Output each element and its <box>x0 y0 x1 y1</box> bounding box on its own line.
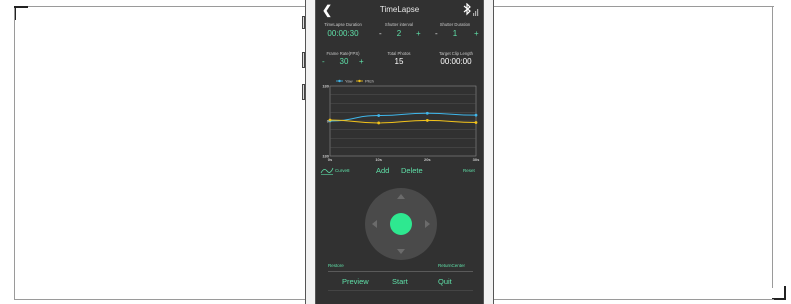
top-bar: ❮ TimeLapse <box>316 0 483 20</box>
phone-right-bezel <box>483 0 494 304</box>
arrow-right-icon[interactable] <box>425 220 430 228</box>
return-center-button[interactable]: ReturnCenter <box>438 263 465 268</box>
chart-legend-label: Yaw <box>345 79 353 84</box>
reset-button[interactable]: Reset <box>463 168 475 173</box>
phone-side-button <box>302 52 305 68</box>
restore-button[interactable]: Restore <box>328 263 344 268</box>
frame-line-right <box>772 6 773 288</box>
preview-button[interactable]: Preview <box>342 277 369 286</box>
chart-point <box>474 121 478 124</box>
page-title: TimeLapse <box>379 5 420 14</box>
curve-label[interactable]: Curve8 <box>335 168 350 173</box>
frame-rate-minus-button[interactable]: - <box>322 57 325 66</box>
shutter-interval-plus-button[interactable]: + <box>416 29 421 38</box>
frame-corner-top-left <box>14 6 28 8</box>
chart-point <box>377 114 381 117</box>
quit-button[interactable]: Quit <box>438 277 452 286</box>
shutter-duration-plus-button[interactable]: + <box>474 29 479 38</box>
arrow-down-icon[interactable] <box>397 249 405 254</box>
target-clip-length-label: Target Clip Length <box>439 51 473 56</box>
phone-side-button <box>302 84 305 100</box>
chart-x-tick-label: 10s <box>375 157 382 162</box>
chart-x-tick-label: 0s <box>328 157 333 162</box>
frame-rate-label: Frame Rate(FPS) <box>326 51 360 56</box>
start-button[interactable]: Start <box>392 277 408 286</box>
chart-legend-marker <box>358 79 361 83</box>
chart-series-line <box>329 119 477 124</box>
shutter-interval-label: Shutter interval <box>384 22 414 27</box>
timelapse-duration-value[interactable]: 00:00:30 <box>318 29 368 38</box>
chart-point <box>425 119 429 122</box>
chart-legend-label: Pitch <box>365 79 374 84</box>
add-button[interactable]: Add <box>376 166 389 175</box>
curve-icon[interactable] <box>320 166 334 175</box>
chart-point <box>328 118 332 122</box>
chart-x-tick-label: 30s <box>473 157 480 162</box>
shutter-duration-value: 1 <box>452 29 458 38</box>
chart-point <box>474 113 478 117</box>
footer-divider <box>328 271 473 272</box>
phone-side-button <box>302 16 305 29</box>
shutter-duration-minus-button[interactable]: - <box>435 29 438 38</box>
total-photos-label: Total Photos <box>387 51 411 56</box>
phone-left-bezel <box>305 0 316 304</box>
timelapse-duration-label: TimeLapse Duration <box>324 22 362 27</box>
chart-x-tick-label: 20s <box>424 157 431 162</box>
arrow-up-icon[interactable] <box>397 194 405 199</box>
app-screen: ❮ TimeLapse TimeLapse Duration 00:00:30 … <box>316 0 483 304</box>
chart-legend-marker <box>338 79 341 83</box>
chart-y-tick-label: 180 <box>322 84 329 89</box>
shutter-interval-value: 2 <box>396 29 402 38</box>
footer-bottom-divider <box>328 290 473 291</box>
motion-curve-chart[interactable]: 1800-1800s10s20s30sYawPitch <box>322 76 480 163</box>
frame-corner-bottom-right-v <box>784 286 786 300</box>
chart-point <box>425 111 429 115</box>
frame-line-left <box>14 8 15 300</box>
arrow-left-icon[interactable] <box>372 220 377 228</box>
frame-rate-value: 30 <box>339 57 349 66</box>
delete-button[interactable]: Delete <box>401 166 423 175</box>
shutter-duration-label: Shutter Duration <box>439 22 471 27</box>
total-photos-value: 15 <box>394 57 404 66</box>
chart-point <box>377 121 381 125</box>
target-clip-length-value: 00:00:00 <box>440 57 472 66</box>
bluetooth-signal-icon <box>463 3 479 16</box>
frame-rate-plus-button[interactable]: + <box>359 57 364 66</box>
shutter-interval-minus-button[interactable]: - <box>379 29 382 38</box>
chart-series-line <box>329 112 477 122</box>
joystick-knob[interactable] <box>390 213 412 235</box>
